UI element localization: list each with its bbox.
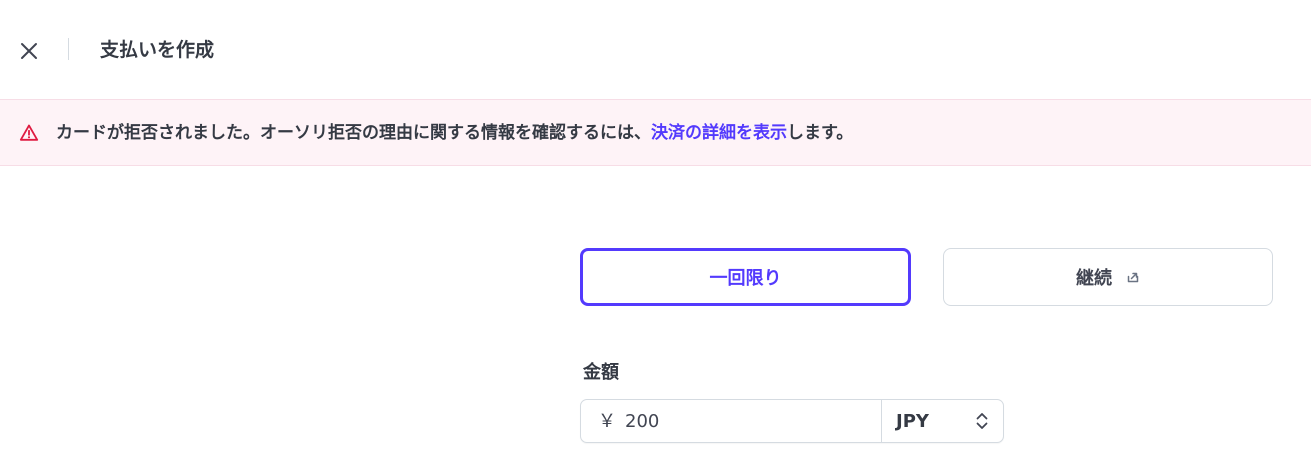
amount-input[interactable] (625, 400, 875, 442)
one-time-label: 一回限り (709, 268, 782, 289)
banner-message: カードが拒否されました。オーソリ拒否の理由に関する情報を確認するには、決済の詳細… (56, 121, 853, 145)
chevron-updown-icon (976, 413, 988, 429)
close-icon (21, 43, 37, 59)
external-link-icon (1127, 272, 1139, 283)
page-title: 支払いを作成 (100, 39, 215, 61)
warning-triangle-icon (19, 124, 39, 141)
payment-details-link[interactable]: 決済の詳細を表示 (651, 123, 787, 143)
currency-select[interactable]: JPY (882, 400, 1003, 442)
header-divider (68, 38, 69, 60)
banner-text-after: します。 (787, 123, 854, 143)
amount-label: 金額 (583, 362, 619, 383)
banner-text-before: カードが拒否されました。オーソリ拒否の理由に関する情報を確認するには、 (56, 123, 651, 143)
error-banner: カードが拒否されました。オーソリ拒否の理由に関する情報を確認するには、決済の詳細… (0, 99, 1311, 166)
recurring-label: 継続 (1076, 268, 1112, 289)
close-button[interactable] (16, 38, 42, 64)
currency-symbol: ￥ (598, 411, 616, 432)
header: 支払いを作成 (0, 0, 1311, 99)
currency-value: JPY (896, 411, 929, 432)
recurring-payment-button[interactable]: 継続 (943, 248, 1273, 306)
one-time-payment-button[interactable]: 一回限り (580, 248, 911, 306)
amount-field: ￥ JPY (580, 399, 1004, 443)
